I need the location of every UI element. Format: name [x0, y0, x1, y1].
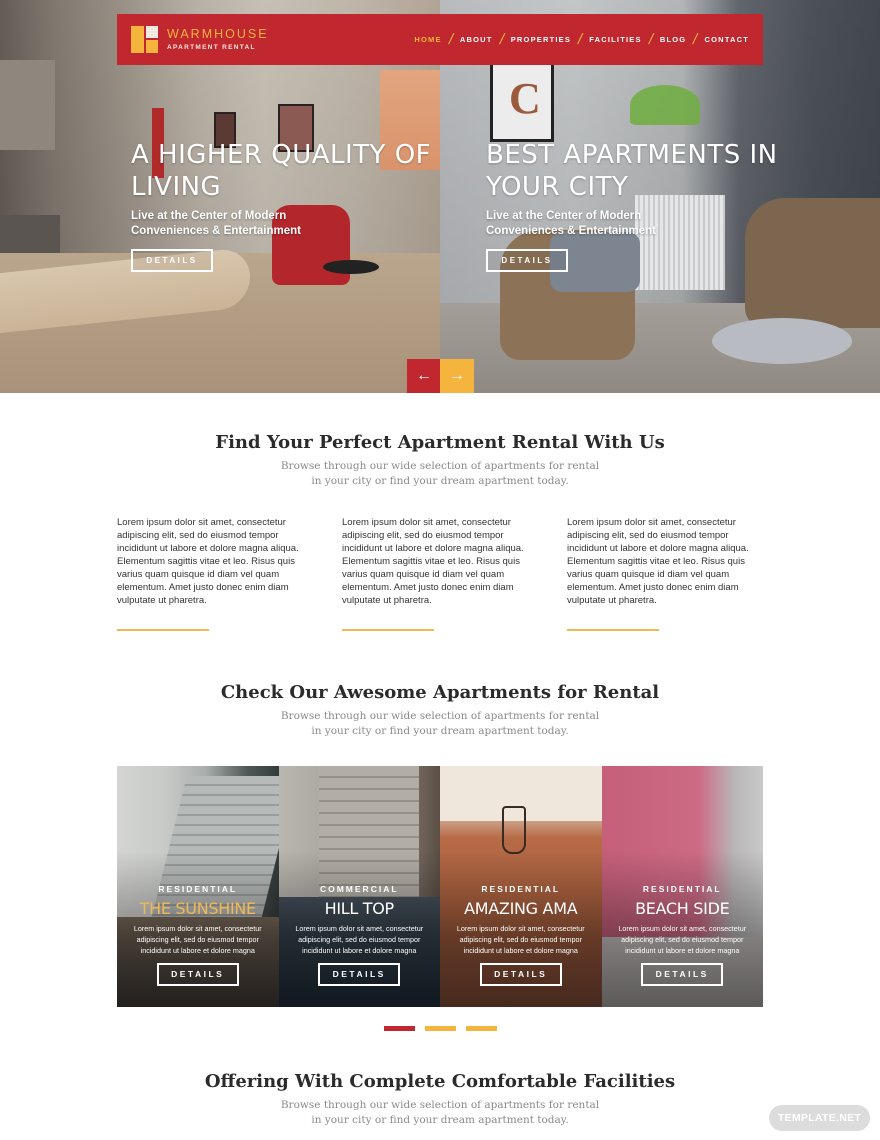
watermark-badge: TEMPLATE.NET — [769, 1105, 870, 1131]
feature-text: Lorem ipsum dolor sit amet, consectetur … — [117, 517, 299, 606]
poster-graphic — [490, 60, 554, 142]
apartment-card-the-sunshine[interactable]: RESIDENTIAL THE SUNSHINE Lorem ipsum dol… — [117, 766, 279, 1007]
apartment-description: Lorem ipsum dolor sit amet, consectetur … — [133, 924, 262, 955]
apartment-details-button[interactable]: DETAILS — [156, 963, 239, 986]
brand-logo[interactable]: WARMHOUSE APARTMENT RENTAL — [131, 26, 269, 53]
nav-item-blog[interactable]: BLOG — [660, 35, 686, 44]
arrow-right-icon: → — [449, 367, 465, 384]
apartment-cards: RESIDENTIAL THE SUNSHINE Lorem ipsum dol… — [117, 766, 763, 1007]
arrow-left-icon: ← — [416, 367, 432, 384]
nav-separator: / — [497, 31, 506, 48]
apartment-name: BEACH SIDE — [635, 899, 730, 918]
hero-subtitle: Live at the Center of Modern Convenience… — [131, 210, 301, 237]
brand-name: WARMHOUSE — [167, 27, 269, 41]
apartments-section-subtitle: Browse through our wide selection of apa… — [280, 710, 600, 737]
apartment-category: RESIDENTIAL — [481, 884, 561, 894]
nav-separator: / — [576, 31, 585, 48]
feature-column: Lorem ipsum dolor sit amet, consectetur … — [567, 516, 757, 631]
hero-details-button[interactable]: DETAILS — [486, 249, 568, 272]
apartments-section-title: Check Our Awesome Apartments for Rental — [220, 682, 660, 703]
apartment-category: RESIDENTIAL — [642, 884, 722, 894]
apartment-category: COMMERCIAL — [319, 884, 399, 894]
hero-slide-1-content: A HIGHER QUALITY OF LIVING Live at the C… — [131, 139, 451, 272]
slider-next-button[interactable]: → — [440, 359, 474, 393]
apartment-details-button[interactable]: DETAILS — [479, 963, 562, 986]
nav-item-facilities[interactable]: FACILITIES — [589, 35, 641, 44]
feature-column: Lorem ipsum dolor sit amet, consectetur … — [117, 516, 307, 631]
apartment-details-button[interactable]: DETAILS — [318, 963, 401, 986]
apartment-details-button[interactable]: DETAILS — [641, 963, 724, 986]
feature-divider — [342, 629, 434, 631]
nav-item-contact[interactable]: CONTACT — [704, 35, 749, 44]
apartment-name: HILL TOP — [324, 899, 395, 918]
pagination-dot-3[interactable] — [466, 1026, 497, 1031]
apartment-description: Lorem ipsum dolor sit amet, consectetur … — [456, 924, 585, 955]
feature-divider — [117, 629, 209, 631]
apartment-card-hill-top[interactable]: COMMERCIAL HILL TOP Lorem ipsum dolor si… — [278, 766, 440, 1007]
brand-tagline: APARTMENT RENTAL — [167, 43, 256, 51]
apartment-description: Lorem ipsum dolor sit amet, consectetur … — [618, 924, 747, 955]
top-navbar: WARMHOUSE APARTMENT RENTAL HOME / ABOUT … — [117, 14, 763, 65]
pagination-dot-2[interactable] — [425, 1026, 456, 1031]
apartment-name: THE SUNSHINE — [139, 899, 257, 918]
facilities-section-subtitle: Browse through our wide selection of apa… — [280, 1099, 600, 1126]
logo-icon — [131, 26, 158, 53]
pagination-dot-1[interactable] — [384, 1026, 415, 1031]
hero-heading: BEST APARTMENTS IN YOUR CITY — [486, 140, 778, 202]
hero-details-button[interactable]: DETAILS — [131, 249, 213, 272]
slider-prev-button[interactable]: ← — [407, 359, 441, 393]
feature-column: Lorem ipsum dolor sit amet, consectetur … — [342, 516, 532, 631]
feature-text: Lorem ipsum dolor sit amet, consectetur … — [567, 517, 749, 606]
nav-item-about[interactable]: ABOUT — [460, 35, 493, 44]
nav-separator: / — [446, 31, 455, 48]
main-nav: HOME / ABOUT / PROPERTIES / FACILITIES /… — [414, 31, 749, 48]
hero-heading: A HIGHER QUALITY OF LIVING — [131, 140, 432, 202]
hero-slide-2-content: BEST APARTMENTS IN YOUR CITY Live at the… — [486, 139, 806, 272]
carousel-pagination — [384, 1026, 497, 1031]
facilities-section-title: Offering With Complete Comfortable Facil… — [204, 1071, 676, 1092]
find-section-title: Find Your Perfect Apartment Rental With … — [215, 432, 665, 453]
feature-text: Lorem ipsum dolor sit amet, consectetur … — [342, 517, 524, 606]
hero-subtitle: Live at the Center of Modern Convenience… — [486, 210, 656, 237]
nav-separator: / — [646, 31, 655, 48]
apartment-description: Lorem ipsum dolor sit amet, consectetur … — [295, 924, 424, 955]
plant-graphic — [630, 85, 700, 125]
coffee-table-graphic — [712, 318, 852, 364]
apartment-card-amazing-ama[interactable]: RESIDENTIAL AMAZING AMA Lorem ipsum dolo… — [440, 766, 602, 1007]
apartment-name: AMAZING AMA — [464, 899, 578, 918]
kitchen-cabinet-graphic — [0, 60, 55, 150]
nav-item-home[interactable]: HOME — [414, 35, 441, 44]
nav-separator: / — [691, 31, 700, 48]
find-section-subtitle: Browse through our wide selection of apa… — [280, 460, 600, 487]
feature-divider — [567, 629, 659, 631]
apartment-category: RESIDENTIAL — [158, 884, 238, 894]
apartment-card-beach-side[interactable]: RESIDENTIAL BEACH SIDE Lorem ipsum dolor… — [601, 766, 763, 1007]
nav-item-properties[interactable]: PROPERTIES — [511, 35, 571, 44]
